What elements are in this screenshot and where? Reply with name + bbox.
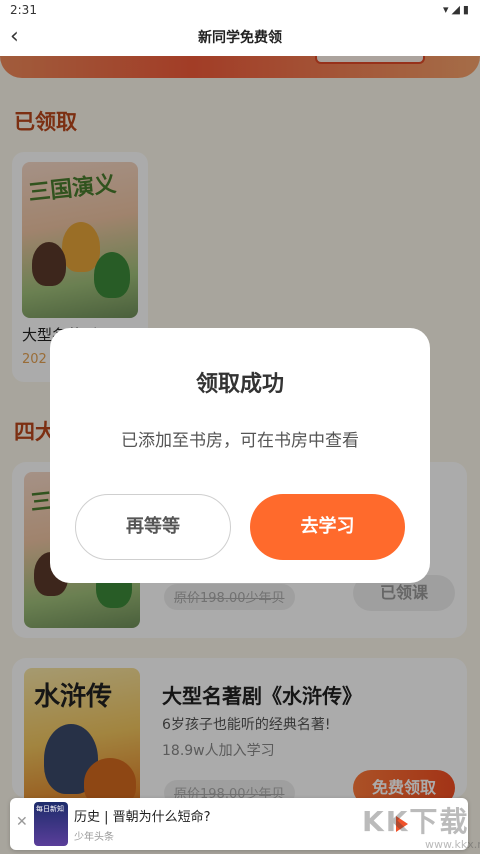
- ad-title: 历史 | 晋朝为什么短命?: [74, 810, 211, 825]
- dialog-title: 领取成功: [195, 372, 284, 397]
- success-dialog: 领取成功 已添加至书房，可在书房中查看 再等等 去学习: [50, 328, 430, 583]
- watermark-url: www.kkx.net: [425, 838, 480, 851]
- nav-bar: ‹ 新同学免费领: [0, 22, 480, 56]
- ad-thumbnail-label: 每日新知: [36, 805, 64, 813]
- status-icons: ▾◢▮: [442, 3, 472, 16]
- go-study-button[interactable]: 去学习: [250, 494, 405, 560]
- dialog-message: 已添加至书房，可在书房中查看: [121, 431, 359, 451]
- status-bar: 2:31 ▾◢▮: [0, 0, 480, 22]
- close-icon[interactable]: ✕: [16, 814, 28, 830]
- status-time: 2:31: [10, 3, 37, 17]
- ad-source: 少年头条: [74, 832, 114, 843]
- wait-button[interactable]: 再等等: [75, 494, 231, 560]
- watermark: KK下载: [362, 805, 470, 838]
- page-title: 新同学免费领: [198, 30, 282, 46]
- ad-thumbnail: 每日新知: [34, 802, 68, 846]
